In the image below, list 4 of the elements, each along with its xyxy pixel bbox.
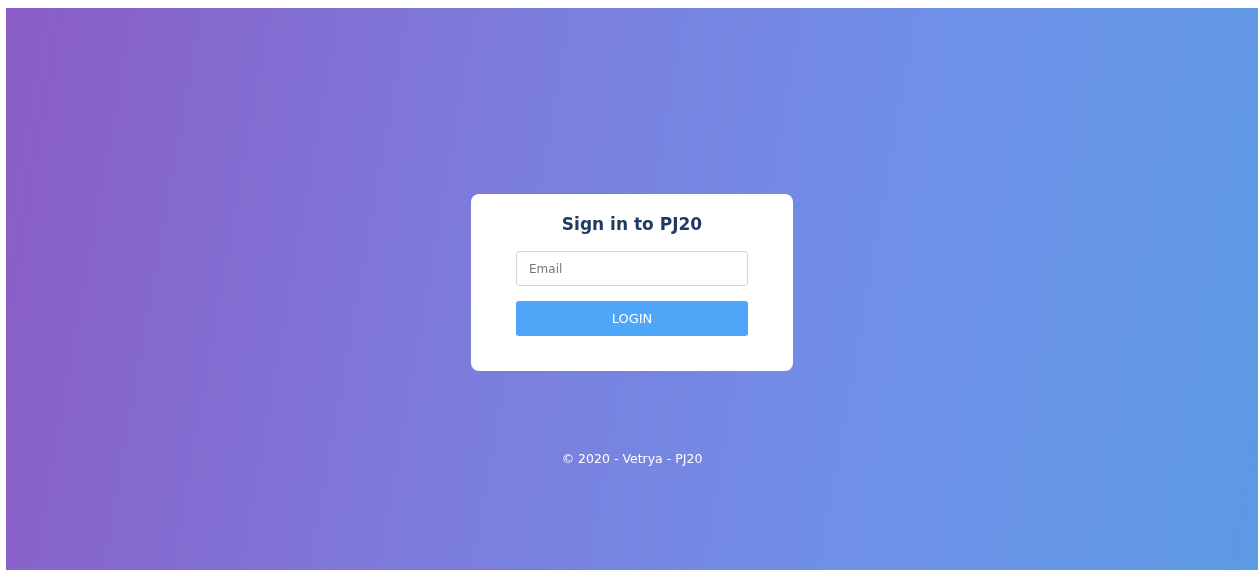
sign-in-title: Sign in to PJ20 <box>561 214 703 234</box>
copyright-text: © 2020 - Vetrya - PJ20 <box>561 451 703 466</box>
email-field[interactable]: Email <box>516 251 748 286</box>
login-button[interactable]: LOGIN <box>516 301 748 336</box>
